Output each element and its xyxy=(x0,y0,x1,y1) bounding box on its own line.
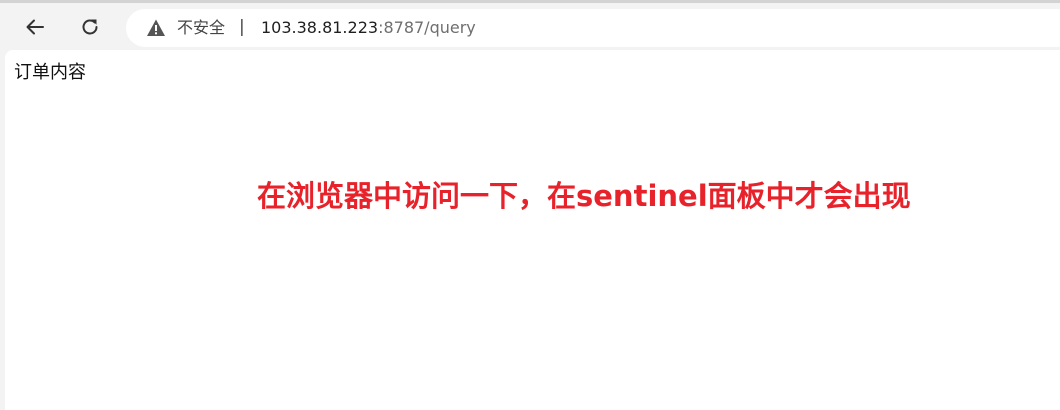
url-host: 103.38.81.223 xyxy=(261,18,379,37)
warning-triangle-icon[interactable] xyxy=(146,18,166,38)
annotation-note: 在浏览器中访问一下，在sentinel面板中才会出现 xyxy=(257,179,911,213)
address-bar[interactable]: 不安全 | 103.38.81.223:8787/query xyxy=(126,9,1060,47)
browser-window: 不安全 | 103.38.81.223:8787/query 订单内容 在浏览器… xyxy=(0,0,1060,410)
page-content: 订单内容 在浏览器中访问一下，在sentinel面板中才会出现 xyxy=(5,50,1060,410)
security-status-label[interactable]: 不安全 xyxy=(177,18,225,38)
order-content-text: 订单内容 xyxy=(14,62,86,83)
browser-toolbar: 不安全 | 103.38.81.223:8787/query xyxy=(0,0,1060,48)
arrow-left-icon xyxy=(26,19,44,35)
url-path: :8787/query xyxy=(378,18,476,37)
reload-button[interactable] xyxy=(73,10,107,44)
reload-icon xyxy=(82,19,98,35)
url-text[interactable]: 103.38.81.223:8787/query xyxy=(261,18,476,38)
address-separator: | xyxy=(239,17,245,37)
back-button[interactable] xyxy=(18,10,52,44)
